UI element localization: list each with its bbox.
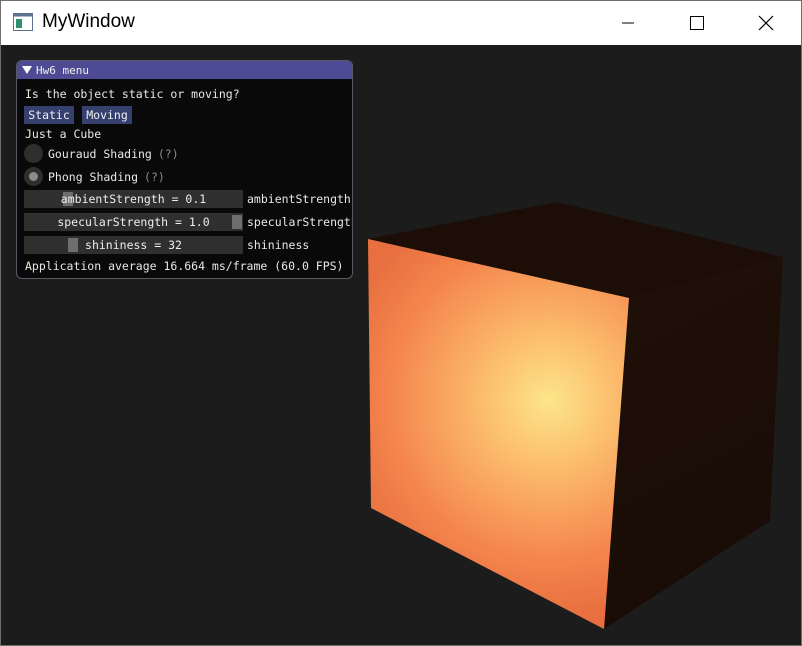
panel-title: Hw6 menu xyxy=(36,63,89,77)
help-marker[interactable]: (?) xyxy=(144,170,165,184)
collapse-arrow-icon[interactable] xyxy=(22,65,32,75)
app-icon xyxy=(13,13,33,31)
ambient-strength-slider[interactable]: ambientStrength = 0.1 xyxy=(24,190,243,208)
moving-button[interactable]: Moving xyxy=(82,106,132,124)
fps-text: Application average 16.664 ms/frame (60.… xyxy=(25,259,344,273)
question-text: Is the object static or moving? xyxy=(25,87,240,101)
cube-side-face xyxy=(604,257,783,629)
app-window: MyWindow Hw6 menu Is the object static o… xyxy=(0,0,802,646)
radio-label: Gouraud Shading xyxy=(48,146,152,161)
slider-label: ambientStrength xyxy=(247,192,351,206)
title-bar[interactable]: MyWindow xyxy=(1,1,801,45)
slider-label: shininess xyxy=(247,238,310,252)
help-marker[interactable]: (?) xyxy=(158,147,179,161)
radio-label: Phong Shading xyxy=(48,169,139,184)
cube-front-face xyxy=(368,239,629,629)
shininess-slider[interactable]: shininess = 32 xyxy=(24,236,243,254)
minimize-icon xyxy=(622,22,634,24)
slider-value-text: specularStrength = 1.0 xyxy=(57,215,210,229)
panel-header[interactable]: Hw6 menu xyxy=(17,61,352,79)
radio-circle[interactable] xyxy=(24,167,43,186)
radio-circle[interactable] xyxy=(24,144,43,163)
radio-gouraud[interactable]: Gouraud Shading (?) xyxy=(24,144,179,163)
slider-value-text: shininess = 32 xyxy=(85,238,182,252)
slider-label: specularStrength xyxy=(247,215,353,229)
close-button[interactable] xyxy=(743,1,789,45)
minimize-button[interactable] xyxy=(605,1,651,45)
window-title: MyWindow xyxy=(42,11,135,32)
render-viewport[interactable]: Hw6 menu Is the object static or moving?… xyxy=(1,45,801,645)
subtitle-text: Just a Cube xyxy=(25,127,102,141)
radio-selected-dot xyxy=(29,172,38,181)
static-button[interactable]: Static xyxy=(24,106,74,124)
radio-phong[interactable]: Phong Shading (?) xyxy=(24,167,165,186)
hw6-menu-panel[interactable]: Hw6 menu Is the object static or moving?… xyxy=(16,60,353,279)
maximize-button[interactable] xyxy=(674,1,720,45)
slider-value-text: ambientStrength = 0.1 xyxy=(60,192,207,206)
specular-strength-slider[interactable]: specularStrength = 1.0 xyxy=(24,213,243,231)
close-icon xyxy=(758,15,774,31)
maximize-icon xyxy=(690,16,704,30)
